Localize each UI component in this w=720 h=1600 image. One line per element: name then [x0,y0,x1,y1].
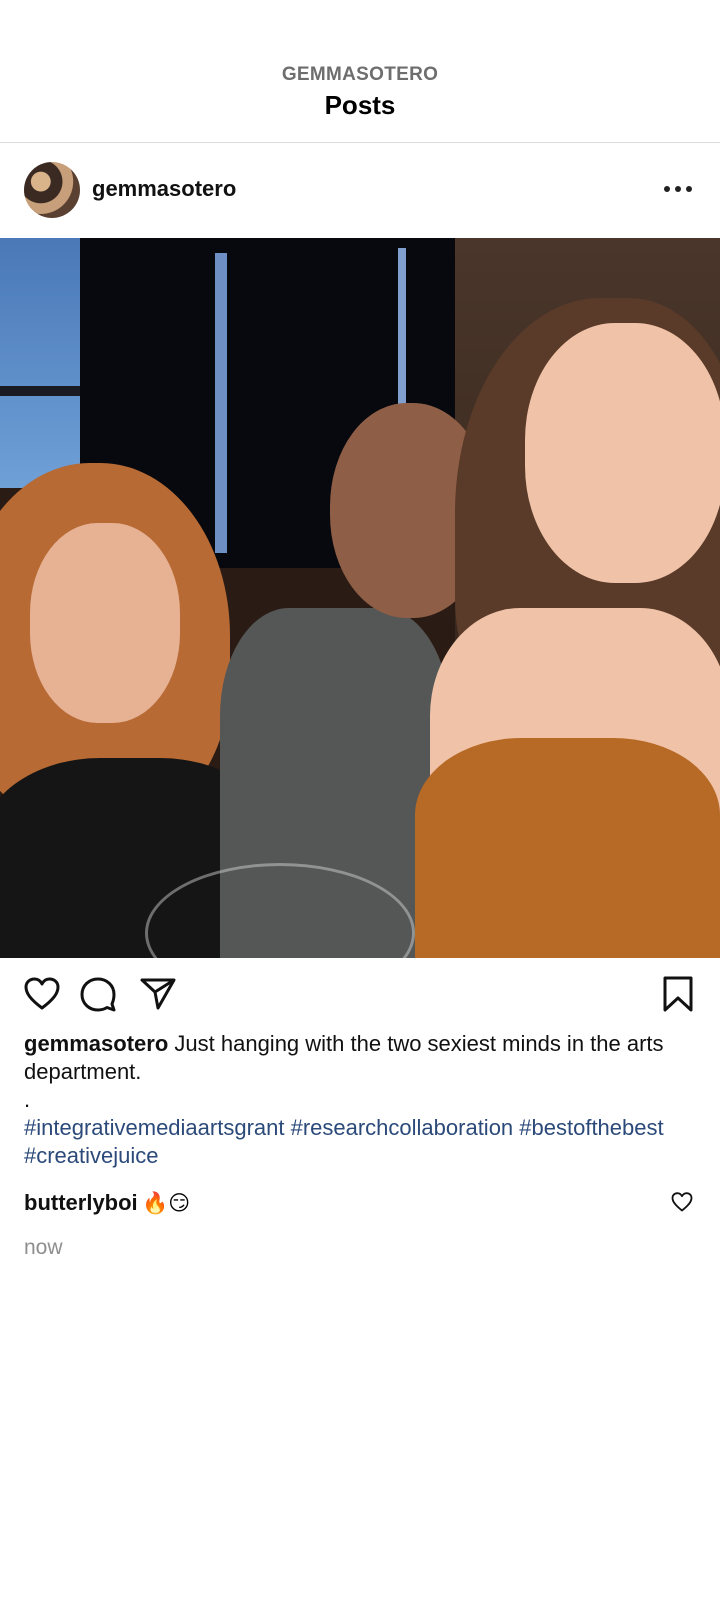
heart-icon[interactable] [22,974,62,1014]
comment-item: butterlyboi 🔥😏 [24,1190,700,1226]
page-header: GEMMASOTERO Posts [0,0,720,143]
avatar[interactable] [24,162,80,218]
more-options-icon[interactable] [656,169,700,209]
more-dot [664,186,670,192]
window [0,238,80,488]
post-photo[interactable] [0,238,720,958]
post-header: gemmasotero [0,143,720,238]
caption-hashtags[interactable]: #integrativemediaartsgrant #researchcoll… [24,1115,664,1168]
window-frame [0,386,80,396]
more-dot [686,186,692,192]
comment-icon[interactable] [78,974,118,1014]
window-light [215,253,227,553]
post-actions [0,958,720,1028]
page-title: Posts [324,90,396,120]
person-left-face [30,523,180,723]
more-dot [675,186,681,192]
post-caption: gemmasotero Just hanging with the two se… [24,1030,700,1170]
comment-username[interactable]: butterlyboi [24,1190,138,1215]
bookmark-icon[interactable] [658,974,698,1014]
person-right-face [525,323,720,583]
comment-text: 🔥😏 [142,1192,191,1215]
post-timestamp: now [24,1236,63,1259]
caption-separator: . [24,1087,31,1112]
comment-like-heart-icon[interactable] [670,1190,694,1214]
caption-username[interactable]: gemmasotero [24,1031,168,1056]
person-right-dress [415,738,720,958]
send-icon[interactable] [138,974,178,1014]
post-username[interactable]: gemmasotero [92,176,236,202]
account-name: GEMMASOTERO [281,64,439,85]
